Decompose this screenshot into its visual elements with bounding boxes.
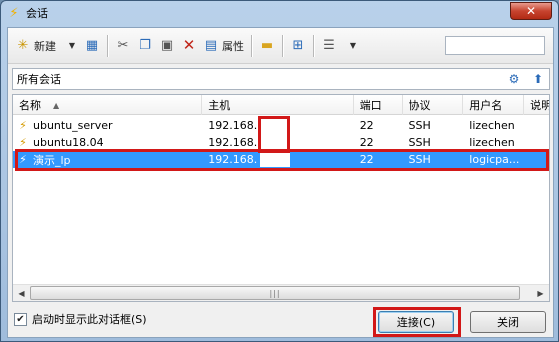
window-close-button[interactable]: ✕ [510, 2, 552, 20]
session-name: 演示_lp [33, 153, 71, 167]
session-protocol: SSH [408, 153, 431, 166]
session-username: lizechen [469, 136, 515, 149]
chevron-down-icon: ▼ [68, 41, 76, 50]
column-header-username[interactable]: 用户名 [463, 95, 525, 115]
app-bolt-icon: ⚡ [9, 5, 19, 21]
network-icon: ▦ [85, 38, 99, 53]
scroll-thumb[interactable]: ||| [30, 286, 520, 300]
new-session-button[interactable]: ✳ 新建 [12, 34, 59, 58]
new-dropdown-button[interactable]: ▼ [59, 34, 81, 58]
connect-button[interactable]: 连接(C) [378, 311, 454, 333]
copy-button[interactable]: ❐ [134, 34, 156, 58]
redaction-mask [260, 135, 291, 150]
list-view-icon: ☰ [323, 38, 335, 53]
redaction-mask [260, 118, 291, 133]
column-header-description[interactable]: 说明 [524, 95, 549, 115]
list-header: 名称 ▲ 主机 端口 协议 用户名 说明 [13, 95, 549, 115]
up-folder-icon[interactable]: ⬆ [529, 70, 547, 88]
export-icon: ⊞ [292, 38, 304, 53]
toolbar-separator [313, 34, 314, 57]
horizontal-scrollbar[interactable]: ◀ ||| ▶ [13, 284, 549, 301]
session-port: 22 [359, 119, 374, 132]
sessions-dialog: ⚡ 会话 ✕ ✳ 新建 ▼ ▦ ✂ ❐ ▣ ✕ ▤ 属性 ▬ ⊞ ☰ ▼ 所有会… [0, 0, 559, 342]
title-bar[interactable]: ⚡ 会话 ✕ [1, 1, 558, 25]
paste-button[interactable]: ▣ [156, 34, 178, 58]
delete-icon: ✕ [182, 36, 196, 54]
new-folder-session-button[interactable]: ▦ [81, 34, 103, 58]
dialog-body: ✳ 新建 ▼ ▦ ✂ ❐ ▣ ✕ ▤ 属性 ▬ ⊞ ☰ ▼ 所有会话 ⚙ ⬆ 名… [7, 27, 554, 338]
session-row[interactable]: ⚡ ubuntu18.04 192.168. 22 SSH lizechen [13, 134, 549, 151]
column-header-host[interactable]: 主机 [202, 95, 354, 115]
cut-button[interactable]: ✂ [112, 34, 134, 58]
session-bolt-icon: ⚡ [19, 153, 27, 166]
session-row[interactable]: ⚡ ubuntu_server 192.168. 22 SSH lizechen [13, 117, 549, 134]
session-host: 192.168. [208, 119, 258, 132]
chevron-down-icon: ▼ [349, 41, 357, 50]
toolbar-separator [282, 34, 283, 57]
session-username: logicpa... [469, 153, 520, 166]
window-title: 会话 [26, 7, 48, 20]
paste-icon: ▣ [160, 38, 174, 53]
sort-ascending-icon: ▲ [53, 100, 60, 110]
column-name-label: 名称 [19, 99, 41, 112]
session-host: 192.168. [208, 153, 258, 166]
session-port: 22 [359, 136, 374, 149]
session-bolt-icon: ⚡ [19, 136, 27, 149]
column-header-protocol[interactable]: 协议 [403, 95, 464, 115]
session-name: ubuntu18.04 [33, 136, 104, 149]
new-session-label: 新建 [34, 39, 56, 53]
properties-button[interactable]: ▤ 属性 [200, 34, 247, 58]
copy-icon: ❐ [139, 38, 151, 53]
toolbar: ✳ 新建 ▼ ▦ ✂ ❐ ▣ ✕ ▤ 属性 ▬ ⊞ ☰ ▼ [8, 28, 553, 64]
new-folder-button[interactable]: ▬ [256, 34, 278, 58]
search-input[interactable] [445, 36, 545, 55]
session-list: 名称 ▲ 主机 端口 协议 用户名 说明 ⚡ ubuntu_server 192.… [12, 94, 550, 302]
session-description [524, 151, 549, 168]
session-username: lizechen [469, 119, 515, 132]
view-button[interactable]: ☰ [318, 34, 340, 58]
show-on-startup-option[interactable]: ✔ 启动时显示此对话框(S) [14, 311, 147, 327]
close-button[interactable]: 关闭 [470, 311, 546, 333]
new-session-icon: ✳ [17, 38, 29, 53]
show-on-startup-checkbox[interactable]: ✔ [14, 312, 27, 326]
folder-path-label: 所有会话 [17, 73, 61, 86]
properties-label: 属性 [222, 39, 244, 53]
scroll-left-icon[interactable]: ◀ [13, 285, 30, 301]
session-name: ubuntu_server [33, 119, 113, 132]
session-host: 192.168. [208, 136, 258, 149]
scroll-right-icon[interactable]: ▶ [532, 285, 549, 301]
cut-icon: ✂ [117, 38, 129, 53]
folder-path-bar: 所有会话 ⚙ ⬆ [12, 68, 550, 90]
session-protocol: SSH [408, 119, 431, 132]
session-port: 22 [359, 153, 374, 166]
toolbar-separator [251, 34, 252, 57]
view-dropdown-button[interactable]: ▼ [340, 34, 362, 58]
folder-icon: ▬ [260, 38, 274, 53]
session-manager-icon[interactable]: ⚙ [505, 70, 523, 88]
scroll-track[interactable]: ||| [30, 285, 532, 301]
session-bolt-icon: ⚡ [19, 119, 27, 132]
toolbar-separator [107, 34, 108, 57]
session-row-selected[interactable]: ⚡ 演示_lp 192.168. 22 SSH logicpa... [13, 151, 549, 168]
session-protocol: SSH [408, 136, 431, 149]
session-description [524, 117, 549, 134]
show-on-startup-label: 启动时显示此对话框(S) [32, 313, 147, 326]
delete-button[interactable]: ✕ [178, 34, 200, 58]
export-button[interactable]: ⊞ [287, 34, 309, 58]
properties-icon: ▤ [204, 38, 218, 53]
session-description [524, 134, 549, 151]
column-header-port[interactable]: 端口 [354, 95, 403, 115]
redaction-mask [260, 152, 291, 167]
column-header-name[interactable]: 名称 ▲ [13, 95, 203, 115]
